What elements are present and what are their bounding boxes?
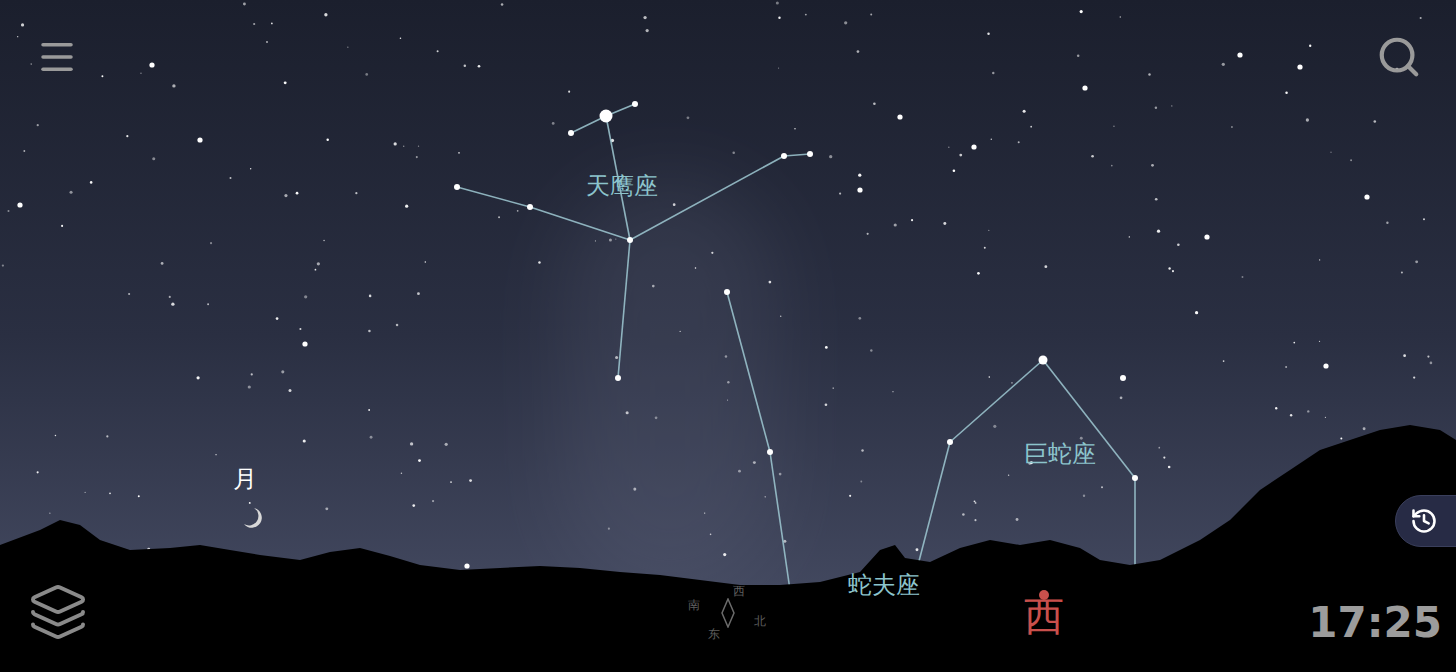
direction-label: 西 bbox=[1024, 594, 1064, 638]
constellation-label[interactable]: 蛇夫座 bbox=[848, 571, 920, 600]
direction-indicator: 西 bbox=[1024, 590, 1064, 638]
menu-icon[interactable] bbox=[34, 36, 80, 78]
compass-label: 东 bbox=[708, 627, 720, 641]
search-icon[interactable] bbox=[1376, 34, 1422, 80]
compass-label: 西 bbox=[733, 584, 745, 598]
milky-way bbox=[560, 180, 780, 600]
constellation-label[interactable]: 巨蛇座 bbox=[1024, 440, 1096, 469]
compass-needle-icon bbox=[720, 598, 736, 628]
time-display[interactable]: 17:25 bbox=[1308, 598, 1442, 648]
compass-label: 南 bbox=[688, 598, 700, 612]
constellation-label[interactable]: 天鹰座 bbox=[586, 172, 658, 201]
moon-label: 月 bbox=[233, 465, 257, 494]
sky-view[interactable]: 月 天鹰座蛇夫座 巨蛇座南 西东 北 西 17:25 bbox=[0, 0, 1456, 672]
moon-icon[interactable] bbox=[240, 506, 264, 530]
history-icon bbox=[1410, 507, 1438, 535]
star-field bbox=[0, 0, 1456, 672]
history-button[interactable] bbox=[1395, 495, 1456, 547]
layers-icon[interactable] bbox=[28, 582, 88, 642]
compass-label: 北 bbox=[754, 614, 766, 628]
